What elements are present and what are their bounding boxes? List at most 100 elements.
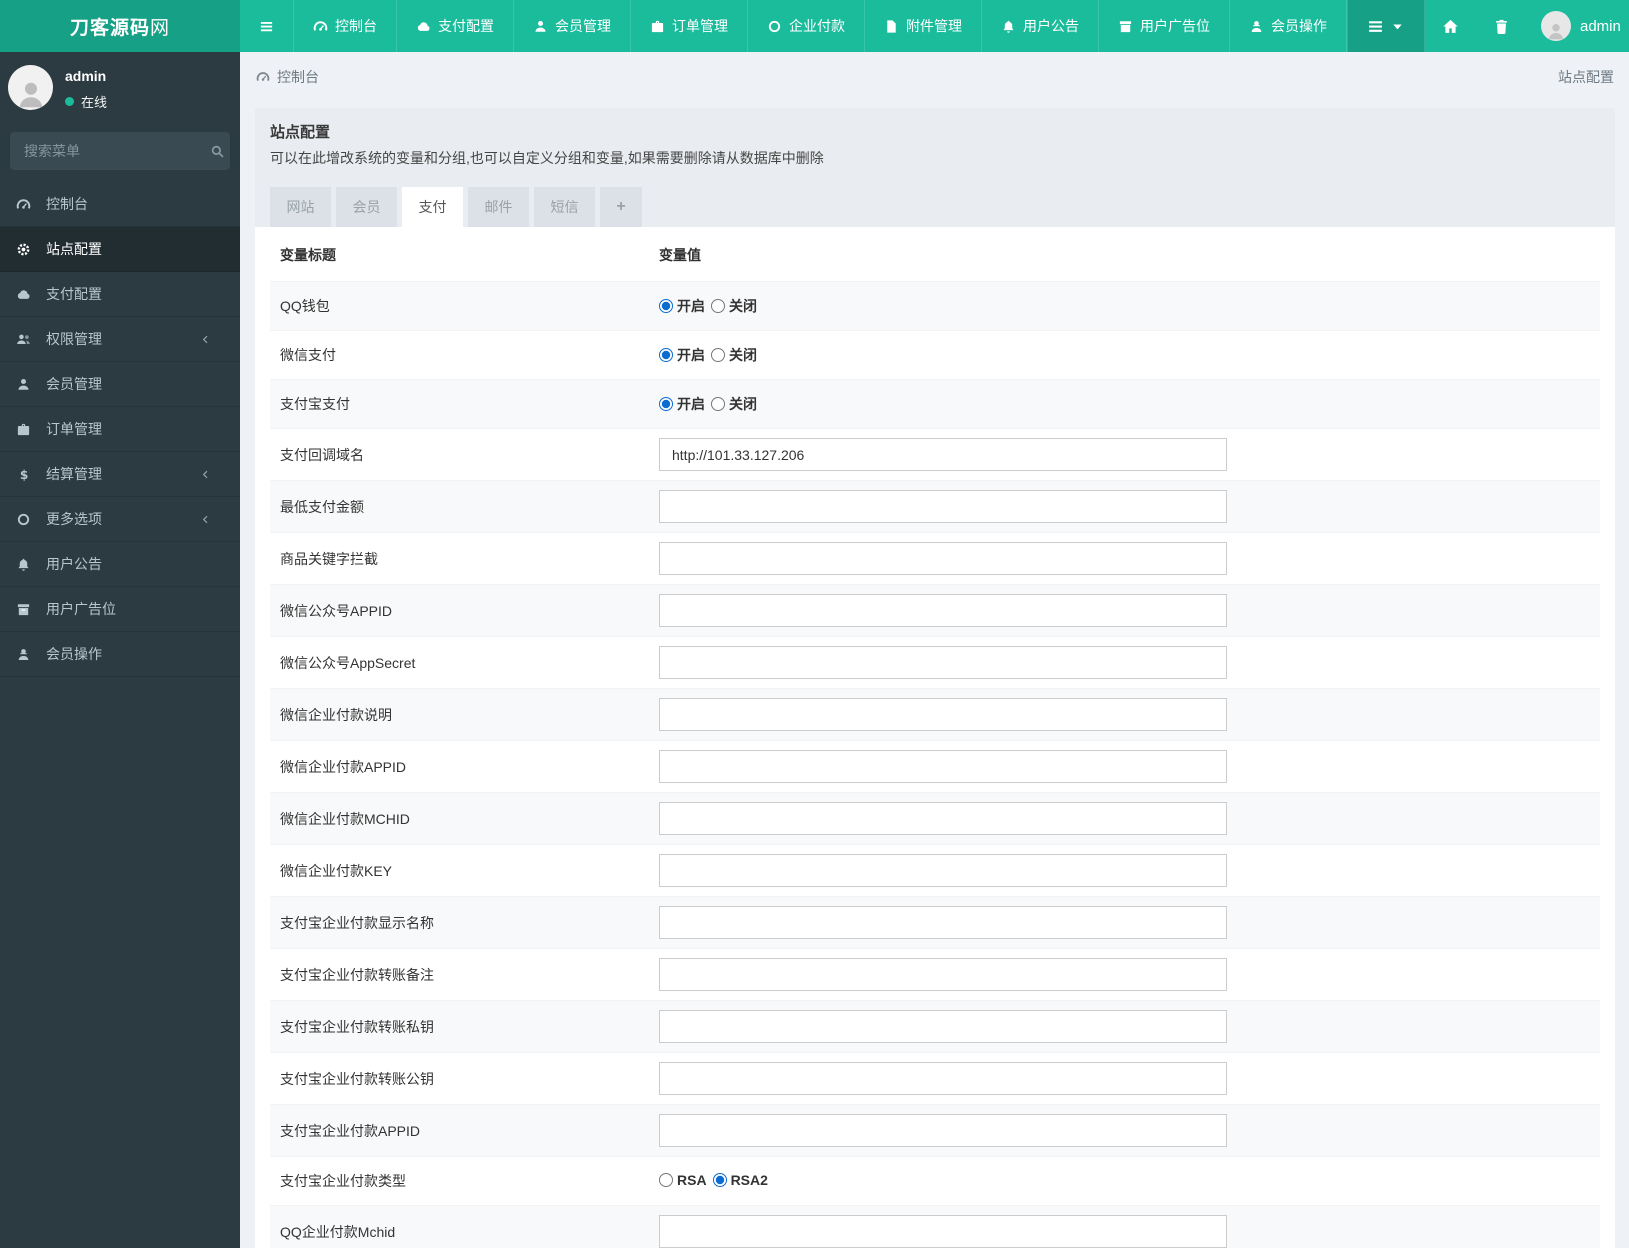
- table-row: 支付宝支付 开启 关闭: [270, 379, 1600, 429]
- variable-value: [649, 1001, 1600, 1053]
- briefcase-icon: [16, 422, 40, 437]
- trash-icon: [1493, 18, 1510, 35]
- radio-input[interactable]: [711, 397, 725, 411]
- config-text-input[interactable]: [659, 854, 1227, 887]
- radio-option-label: 开启: [677, 298, 705, 314]
- topnav-item-2[interactable]: 会员管理: [514, 0, 631, 52]
- radio-option-label: RSA: [677, 1172, 707, 1188]
- radio-input[interactable]: [711, 348, 725, 362]
- variable-title: 微信企业付款KEY: [280, 862, 393, 879]
- radio-input[interactable]: [659, 1173, 673, 1187]
- avatar: [8, 65, 53, 110]
- config-text-input[interactable]: [659, 802, 1227, 835]
- sidebar-item-3[interactable]: 权限管理: [0, 317, 240, 362]
- config-text-input[interactable]: [659, 750, 1227, 783]
- variable-title: 微信企业付款说明: [280, 706, 392, 723]
- radio-option[interactable]: 关闭: [711, 296, 757, 316]
- radio-option[interactable]: 关闭: [711, 345, 757, 365]
- sidebar-item-5[interactable]: 订单管理: [0, 407, 240, 452]
- config-text-input[interactable]: [659, 906, 1227, 939]
- nav-list-dropdown[interactable]: [1347, 0, 1425, 52]
- variable-value: [649, 1105, 1600, 1157]
- radio-option[interactable]: 开启: [659, 345, 705, 365]
- config-text-input[interactable]: [659, 490, 1227, 523]
- config-text-input[interactable]: [659, 1062, 1227, 1095]
- sidebar-item-0[interactable]: 控制台: [0, 182, 240, 227]
- tab-2[interactable]: 支付: [402, 187, 463, 227]
- config-text-input[interactable]: [659, 594, 1227, 627]
- table-row: 最低支付金额: [270, 480, 1600, 533]
- variable-value: 开启 关闭: [649, 380, 1600, 429]
- online-status-dot: [65, 97, 74, 106]
- search-button[interactable]: [205, 144, 230, 159]
- config-text-input[interactable]: [659, 958, 1227, 991]
- radio-option[interactable]: 关闭: [711, 394, 757, 414]
- radio-option[interactable]: RSA: [659, 1172, 707, 1188]
- radio-option[interactable]: 开启: [659, 296, 705, 316]
- sidebar-item-1[interactable]: 站点配置: [0, 227, 240, 272]
- topnav-item-4[interactable]: 企业付款: [748, 0, 865, 52]
- tab-0[interactable]: 网站: [270, 187, 331, 227]
- avatar: [1541, 11, 1571, 41]
- sidebar-item-label: 订单管理: [46, 421, 102, 437]
- bell-icon: [16, 557, 40, 572]
- panel-title: 站点配置: [270, 124, 331, 141]
- topnav-item-3[interactable]: 订单管理: [631, 0, 748, 52]
- topnav-item-7[interactable]: 用户广告位: [1099, 0, 1230, 52]
- users-icon: [16, 332, 40, 347]
- topnav-item-0[interactable]: 控制台: [294, 0, 397, 52]
- topnav-item-8[interactable]: 会员操作: [1230, 0, 1347, 52]
- variable-title: 商品关键字拦截: [280, 550, 378, 567]
- member-icon: [1249, 19, 1264, 34]
- config-text-input[interactable]: [659, 1114, 1227, 1147]
- bell-icon: [1001, 19, 1016, 34]
- config-text-input[interactable]: [659, 1010, 1227, 1043]
- config-text-input[interactable]: [659, 1215, 1227, 1248]
- tab-4[interactable]: 短信: [534, 187, 595, 227]
- sidebar-item-4[interactable]: 会员管理: [0, 362, 240, 407]
- panel-description: 可以在此增改系统的变量和分组,也可以自定义分组和变量,如果需要删除请从数据库中删…: [270, 150, 824, 166]
- sidebar-toggle-button[interactable]: [240, 0, 294, 52]
- file-icon: [884, 19, 899, 34]
- radio-input[interactable]: [659, 299, 673, 313]
- topnav-item-label: 附件管理: [906, 18, 962, 34]
- trash-button[interactable]: [1476, 0, 1527, 52]
- topnav-item-6[interactable]: 用户公告: [982, 0, 1099, 52]
- radio-input[interactable]: [659, 397, 673, 411]
- sidebar-item-label: 权限管理: [46, 331, 102, 347]
- column-header-value: 变量值: [659, 247, 701, 263]
- radio-input[interactable]: [711, 299, 725, 313]
- breadcrumb-dashboard-link[interactable]: 控制台: [256, 67, 319, 87]
- config-text-input[interactable]: [659, 438, 1227, 471]
- table-row: 微信支付 开启 关闭: [270, 330, 1600, 380]
- table-row: 商品关键字拦截: [270, 532, 1600, 585]
- sidebar-user-status: 在线: [65, 92, 107, 111]
- user-menu[interactable]: admin: [1527, 0, 1629, 52]
- sidebar-item-2[interactable]: 支付配置: [0, 272, 240, 317]
- svg-text:$: $: [20, 467, 28, 481]
- sidebar-item-7[interactable]: 更多选项: [0, 497, 240, 542]
- radio-input[interactable]: [712, 1173, 727, 1187]
- search-input[interactable]: [10, 143, 205, 159]
- table-row: 微信企业付款KEY: [270, 844, 1600, 897]
- sidebar-user-panel: admin 在线: [0, 52, 240, 125]
- sidebar-item-9[interactable]: 用户广告位: [0, 587, 240, 632]
- radio-option[interactable]: RSA2: [712, 1172, 768, 1188]
- config-text-input[interactable]: [659, 646, 1227, 679]
- topnav-item-5[interactable]: 附件管理: [865, 0, 982, 52]
- config-text-input[interactable]: [659, 542, 1227, 575]
- topnav-item-1[interactable]: 支付配置: [397, 0, 514, 52]
- tab-3[interactable]: 邮件: [468, 187, 529, 227]
- home-button[interactable]: [1425, 0, 1476, 52]
- config-text-input[interactable]: [659, 698, 1227, 731]
- add-tab-button[interactable]: +: [600, 187, 642, 227]
- radio-input[interactable]: [659, 348, 673, 362]
- sidebar-item-10[interactable]: 会员操作: [0, 632, 240, 677]
- variable-value: [649, 793, 1600, 845]
- tab-1[interactable]: 会员: [336, 187, 397, 227]
- sidebar-item-6[interactable]: $ 结算管理: [0, 452, 240, 497]
- sidebar-item-label: 用户公告: [46, 556, 102, 572]
- table-row: 支付回调域名: [270, 428, 1600, 481]
- radio-option[interactable]: 开启: [659, 394, 705, 414]
- sidebar-item-8[interactable]: 用户公告: [0, 542, 240, 587]
